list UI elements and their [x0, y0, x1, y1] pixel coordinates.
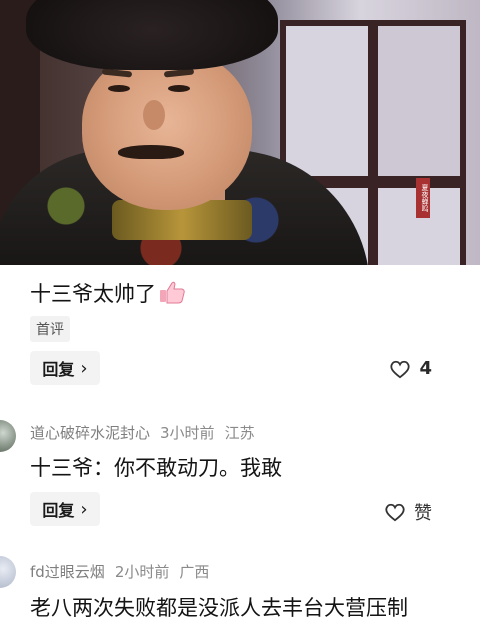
username[interactable]: fd过眼云烟 [30, 563, 105, 581]
heart-outline-icon [390, 360, 411, 378]
avatar[interactable] [0, 420, 16, 452]
character-hat [26, 0, 278, 70]
comment-meta: fd过眼云烟 2小时前 广西 [30, 561, 209, 582]
like-label: 赞 [414, 503, 432, 524]
avatar[interactable] [0, 556, 16, 588]
timestamp: 2小时前 [114, 563, 170, 581]
comment-text: 十三爷：你不敢动刀。我敢 [30, 456, 282, 480]
comment-text: 老八两次失败都是没派人去丰台大营压制 [30, 596, 408, 620]
like-count: 4 [419, 358, 432, 379]
like-button[interactable]: 4 [389, 358, 432, 379]
background-window [372, 20, 466, 182]
comment-text-content: 十三爷太帅了 [30, 282, 156, 306]
chevron-right-icon: › [80, 357, 88, 379]
first-comment-badge: 首评 [30, 316, 70, 342]
like-button[interactable]: 赞 [384, 499, 432, 525]
character-eye [108, 85, 130, 92]
reply-button[interactable]: 回复 › [30, 351, 100, 385]
location: 广西 [179, 563, 210, 581]
heart-outline-icon [385, 503, 405, 522]
thumbs-up-icon [158, 280, 186, 304]
comment-meta: 道心破碎水泥封心 3小时前 江苏 [30, 422, 255, 443]
reply-button[interactable]: 回复 › [30, 492, 100, 526]
location: 江苏 [224, 424, 255, 442]
timestamp: 3小时前 [160, 424, 215, 442]
character-mustache [118, 145, 184, 159]
watermark-seal: 夏夜蝉鸣 [416, 178, 430, 218]
reply-button-label: 回复 [42, 501, 75, 520]
character-nose [143, 100, 165, 130]
username[interactable]: 道心破碎水泥封心 [30, 424, 150, 442]
character-eye [168, 85, 190, 92]
reply-button-label: 回复 [42, 360, 75, 379]
chevron-right-icon: › [80, 498, 88, 520]
video-still-image[interactable]: 夏夜蝉鸣 [0, 0, 480, 265]
comment-text: 十三爷太帅了 [30, 278, 186, 308]
background-window [280, 20, 374, 182]
